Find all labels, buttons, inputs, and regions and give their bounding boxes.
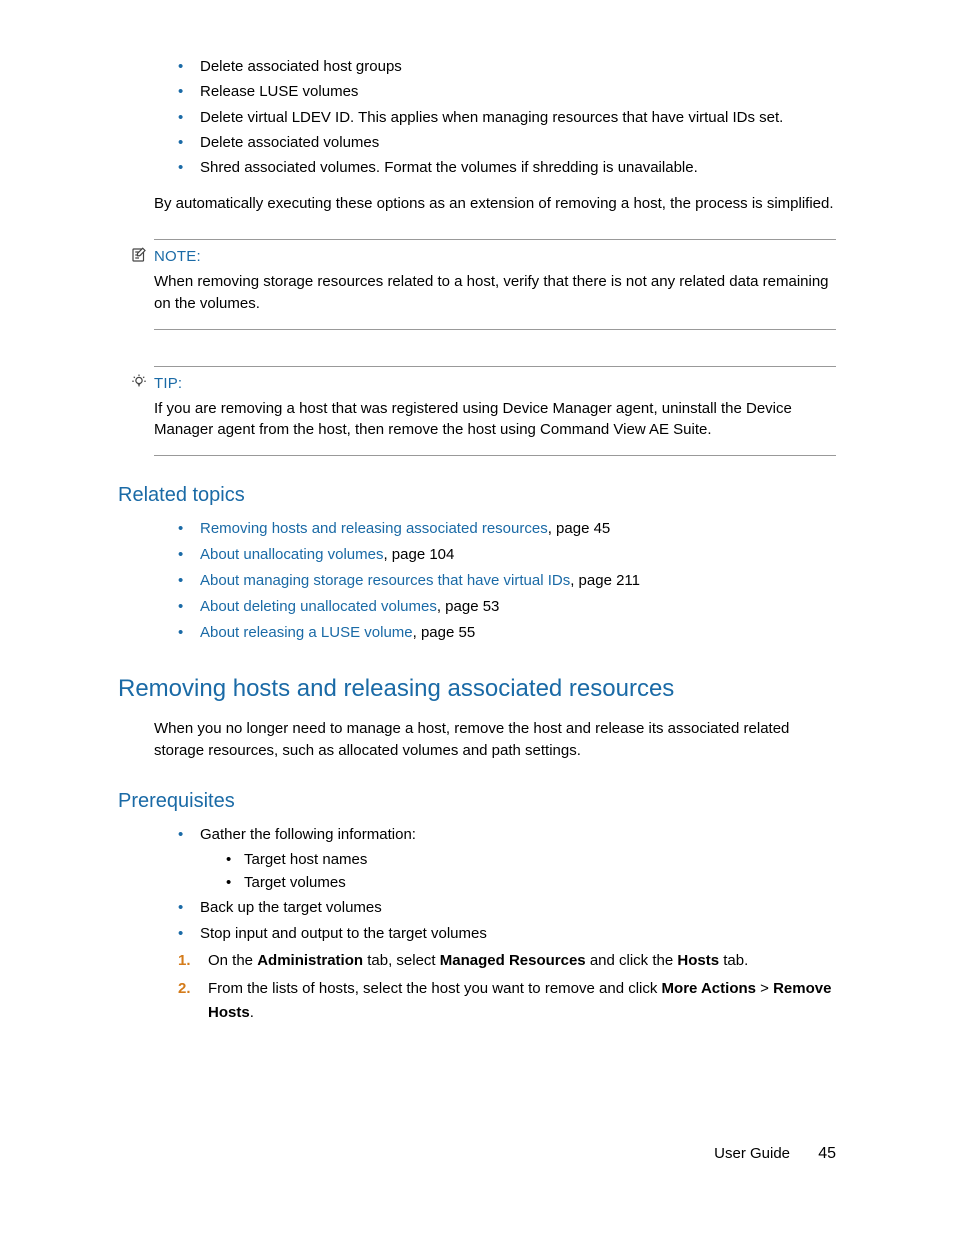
related-link[interactable]: Removing hosts and releasing associated … — [200, 520, 548, 537]
list-item: Back up the target volumes — [178, 896, 836, 919]
page-ref: , page 45 — [548, 520, 611, 537]
list-item: About deleting unallocated volumes, page… — [178, 595, 836, 619]
prerequisites-list: Gather the following information: Target… — [142, 823, 836, 945]
list-item: Delete virtual LDEV ID. This applies whe… — [178, 106, 836, 129]
list-item: About managing storage resources that ha… — [178, 569, 836, 593]
step-text: From the lists of hosts, select the host… — [208, 980, 662, 997]
steps-list: On the Administration tab, select Manage… — [142, 949, 836, 1025]
step-item: From the lists of hosts, select the host… — [178, 977, 836, 1025]
section-heading: Removing hosts and releasing associated … — [118, 673, 836, 704]
note-block: NOTE: When removing storage resources re… — [154, 239, 836, 330]
step-text: tab, select — [363, 952, 440, 969]
step-text: . — [250, 1004, 254, 1021]
step-text: tab. — [719, 952, 748, 969]
list-item: Target volumes — [226, 871, 836, 894]
top-bullet-list: Delete associated host groups Release LU… — [142, 55, 836, 179]
lightbulb-icon — [130, 373, 148, 391]
page-ref: , page 55 — [413, 624, 476, 641]
ui-term: More Actions — [662, 980, 756, 997]
list-item: Delete associated volumes — [178, 131, 836, 154]
section-intro: When you no longer need to manage a host… — [154, 718, 836, 762]
related-link[interactable]: About releasing a LUSE volume — [200, 624, 413, 641]
ui-term: Administration — [257, 952, 363, 969]
step-text: > — [756, 980, 773, 997]
step-item: On the Administration tab, select Manage… — [178, 949, 836, 973]
list-item: Gather the following information: Target… — [178, 823, 836, 895]
page-number: 45 — [818, 1145, 836, 1162]
list-item: Release LUSE volumes — [178, 80, 836, 103]
list-item: Shred associated volumes. Format the vol… — [178, 156, 836, 179]
list-item: Delete associated host groups — [178, 55, 836, 78]
tip-block: TIP: If you are removing a host that was… — [154, 366, 836, 457]
list-item: Target host names — [226, 848, 836, 871]
footer-label: User Guide — [714, 1145, 790, 1162]
step-text: and click the — [586, 952, 678, 969]
list-item: Removing hosts and releasing associated … — [178, 517, 836, 541]
page-footer: User Guide 45 — [714, 1145, 836, 1163]
step-text: On the — [208, 952, 257, 969]
related-topics-heading: Related topics — [118, 484, 836, 507]
note-icon — [130, 246, 148, 264]
related-link[interactable]: About managing storage resources that ha… — [200, 572, 570, 589]
page-ref: , page 53 — [437, 598, 500, 615]
list-item: About releasing a LUSE volume, page 55 — [178, 621, 836, 645]
prerequisites-heading: Prerequisites — [118, 790, 836, 813]
note-body: When removing storage resources related … — [154, 271, 836, 315]
tip-label: TIP: — [154, 375, 836, 392]
note-label: NOTE: — [154, 248, 836, 265]
paragraph: By automatically executing these options… — [154, 193, 836, 215]
ui-term: Managed Resources — [440, 952, 586, 969]
ui-term: Hosts — [677, 952, 719, 969]
list-item-text: Gather the following information: — [200, 826, 416, 843]
page-ref: , page 211 — [570, 572, 640, 589]
related-link[interactable]: About deleting unallocated volumes — [200, 598, 437, 615]
page-ref: , page 104 — [383, 546, 454, 563]
list-item: About unallocating volumes, page 104 — [178, 543, 836, 567]
list-item: Stop input and output to the target volu… — [178, 922, 836, 945]
tip-body: If you are removing a host that was regi… — [154, 398, 836, 442]
related-topics-list: Removing hosts and releasing associated … — [142, 517, 836, 645]
related-link[interactable]: About unallocating volumes — [200, 546, 383, 563]
sub-list: Target host names Target volumes — [200, 848, 836, 895]
